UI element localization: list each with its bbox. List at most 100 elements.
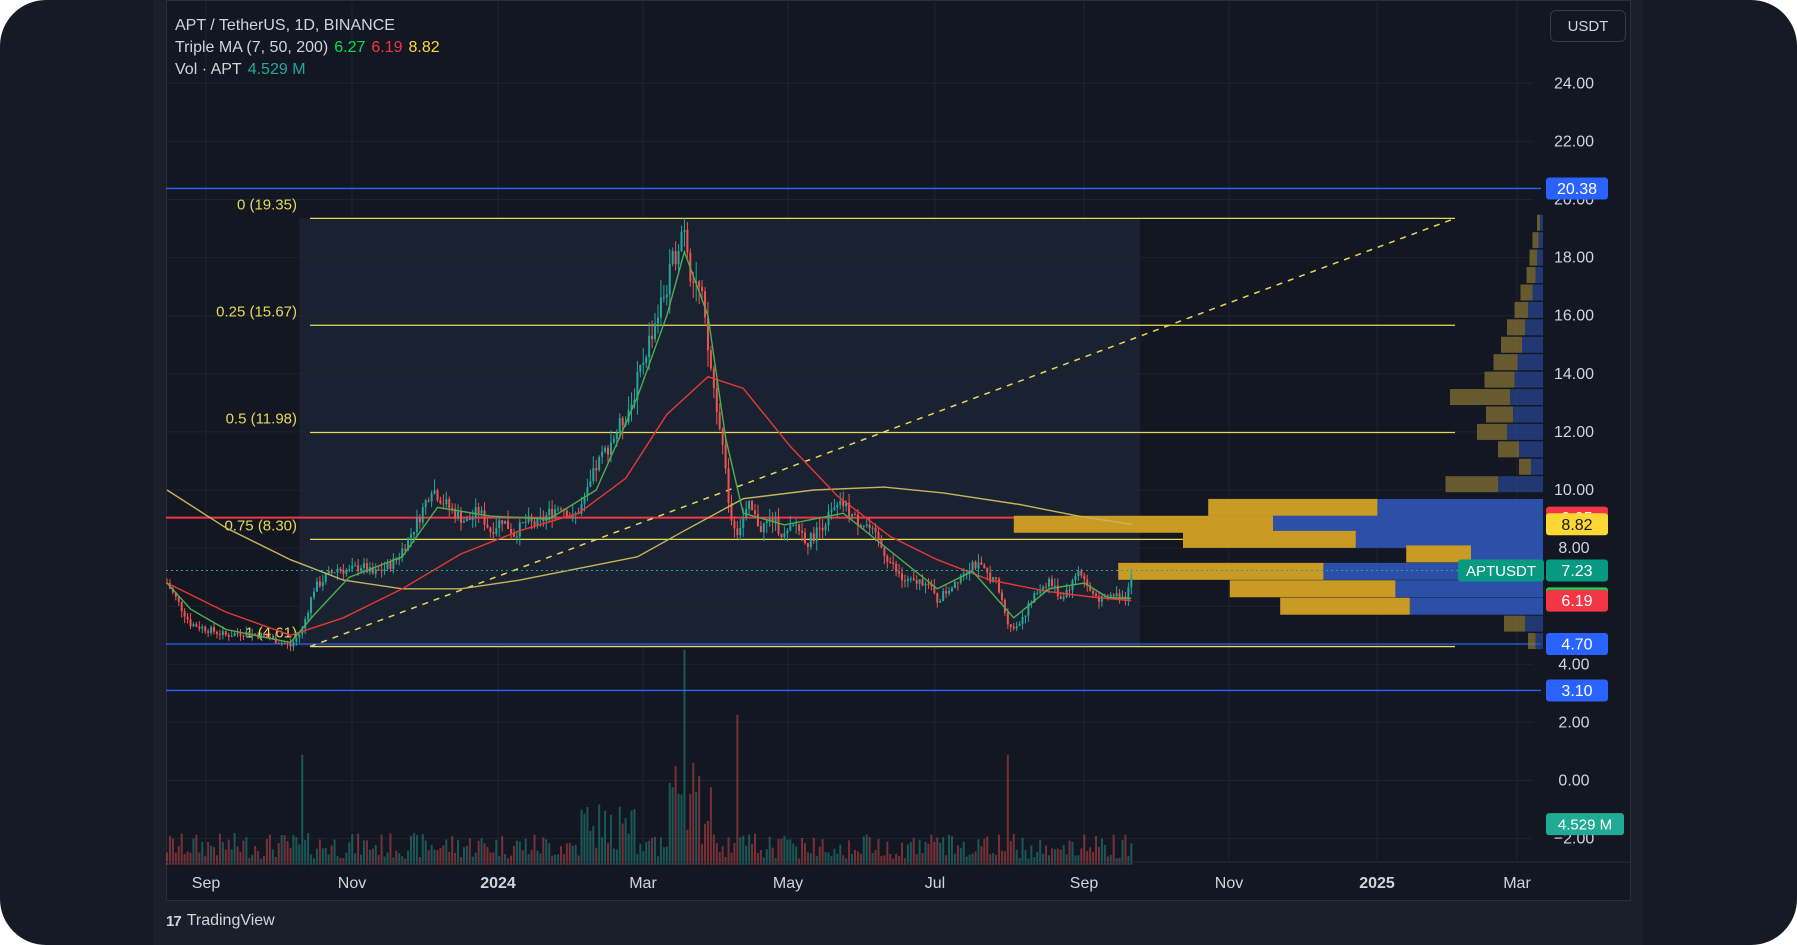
- volume-bar: [1024, 850, 1027, 865]
- candle-body: [501, 520, 504, 524]
- candle-body: [665, 294, 668, 298]
- volume-bar: [801, 837, 804, 865]
- volume-bar: [586, 806, 589, 865]
- volume-bar: [812, 837, 815, 865]
- legend-vol-value: 4.529 M: [247, 61, 306, 78]
- session-profile-down: [1484, 371, 1515, 388]
- session-profile-up: [1498, 476, 1543, 493]
- candle-body: [809, 533, 812, 547]
- volume-bar: [242, 840, 245, 865]
- volume-bar: [815, 856, 818, 865]
- session-profile-up: [1525, 319, 1543, 336]
- candle-body: [598, 456, 601, 471]
- candle-body: [183, 611, 186, 617]
- volume-bar: [627, 833, 630, 865]
- volume-bar: [689, 793, 692, 865]
- volume-bar: [730, 852, 733, 865]
- candle-body: [639, 364, 642, 372]
- candle-body: [851, 514, 854, 517]
- candle-body: [874, 527, 877, 533]
- candle-body: [912, 578, 915, 581]
- price-chart[interactable]: 0 (19.35)0.25 (15.67)0.5 (11.98)0.75 (8.…: [0, 0, 1797, 945]
- volume-bar: [498, 856, 501, 865]
- volume-bar: [862, 836, 865, 865]
- volume-bar: [239, 851, 242, 865]
- symbol-tag: APTUSDT: [1466, 563, 1536, 580]
- volume-bar: [1100, 838, 1103, 865]
- volume-bar: [742, 835, 745, 865]
- volume-bar: [215, 855, 218, 865]
- volume-bar: [589, 830, 592, 865]
- volume-bar: [651, 837, 654, 865]
- candle-body: [906, 578, 909, 581]
- volume-bar: [480, 838, 483, 865]
- volume-bar: [962, 841, 965, 865]
- candle-body: [1074, 576, 1077, 581]
- candle-body: [877, 532, 880, 540]
- volume-bar: [489, 852, 492, 865]
- y-axis-tick-label: 24.00: [1554, 75, 1594, 92]
- volume-bar: [950, 836, 953, 865]
- candle-body: [180, 601, 183, 612]
- candle-body: [762, 523, 765, 533]
- tradingview-logo[interactable]: 17 TradingView: [166, 912, 275, 930]
- candle-body: [1068, 589, 1071, 591]
- legend-volume[interactable]: Vol · APT 4.529 M: [175, 59, 446, 81]
- volume-bar: [365, 840, 368, 865]
- volume-bar: [989, 854, 992, 865]
- volume-bar: [780, 838, 783, 865]
- volume-bar: [174, 852, 177, 865]
- volume-bar: [901, 842, 903, 865]
- session-profile-down: [1520, 284, 1533, 301]
- volume-bar: [186, 851, 189, 865]
- session-profile-down: [1537, 214, 1540, 231]
- candle-body: [462, 521, 465, 523]
- session-profile-up: [1519, 441, 1543, 458]
- volume-bar: [930, 834, 933, 865]
- candle-body: [601, 451, 604, 457]
- fib-level-label: 0 (19.35): [237, 196, 297, 213]
- volume-bar: [1118, 857, 1121, 865]
- volume-bar: [680, 794, 683, 865]
- volume-bar: [401, 856, 404, 865]
- candle-body: [233, 633, 236, 636]
- volume-bar: [704, 823, 707, 865]
- volume-bar: [880, 855, 883, 865]
- candle-body: [333, 572, 336, 574]
- volume-bar: [1121, 839, 1124, 865]
- candle-body: [901, 573, 903, 581]
- volume-bar: [274, 856, 277, 865]
- legend-ma-label: Triple MA (7, 50, 200): [175, 39, 329, 56]
- y-axis-tick-label: 2.00: [1558, 714, 1589, 731]
- candle-body: [451, 507, 454, 509]
- candle-body: [1112, 594, 1115, 597]
- candle-body: [1045, 586, 1048, 588]
- volume-tag: 4.529 M: [1558, 817, 1612, 834]
- candle-body: [492, 532, 495, 535]
- candle-body: [1006, 612, 1009, 625]
- volume-bar: [871, 852, 874, 865]
- volume-bar: [509, 855, 512, 865]
- volume-bar: [451, 836, 454, 865]
- candle-body: [1059, 596, 1062, 599]
- x-axis-tick-label: Mar: [629, 875, 657, 892]
- candle-body: [1021, 616, 1024, 624]
- volume-bar: [471, 856, 474, 865]
- currency-unit-button[interactable]: USDT: [1550, 10, 1626, 42]
- volume-bar: [195, 834, 198, 865]
- legend-ma[interactable]: Triple MA (7, 50, 200) 6.27 6.19 8.82: [175, 37, 446, 59]
- candle-body: [518, 522, 521, 537]
- volume-bar: [824, 851, 827, 865]
- volume-bar: [554, 854, 557, 865]
- volume-bar: [536, 850, 539, 865]
- session-profile-up: [1537, 249, 1543, 266]
- legend-symbol[interactable]: APT / TetherUS, 1D, BINANCE: [175, 15, 446, 37]
- volume-bar: [806, 852, 809, 865]
- volume-bar: [1021, 837, 1024, 865]
- volume-bar: [733, 842, 736, 865]
- session-profile-down: [1526, 267, 1536, 284]
- candle-body: [1036, 592, 1039, 594]
- volume-bar: [313, 858, 315, 865]
- candle-body: [701, 286, 704, 292]
- candle-body: [218, 634, 221, 636]
